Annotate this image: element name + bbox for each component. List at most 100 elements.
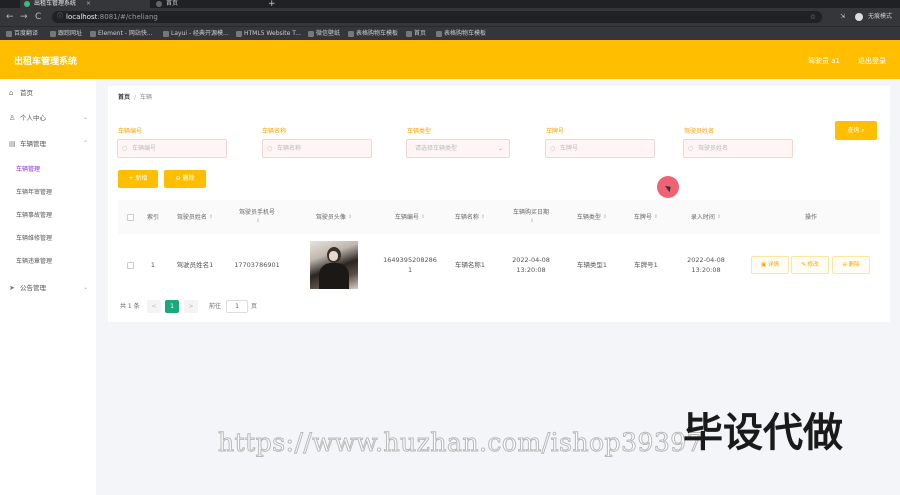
row-checkbox[interactable] xyxy=(126,261,134,269)
table-header[interactable]: 车辆编号 ⇕ xyxy=(380,200,440,234)
filter-label-vehicle-type: 车辆类型 xyxy=(407,128,432,135)
browser-address-bar: ← → C ⓘ localhost:8081/#/cheliang ☆ ⇲ 无痕… xyxy=(0,8,900,26)
cell-driver-phone: 17703786901 xyxy=(226,240,288,290)
sort-icon[interactable]: ⇕ xyxy=(348,213,352,222)
home-icon: ⌂ xyxy=(9,89,14,97)
table-header[interactable]: 车辆名称 ⇕ xyxy=(440,200,500,234)
table-header: 索引 xyxy=(142,200,164,234)
cell-created-at: 2022-04-08 13:20:08 xyxy=(670,240,742,290)
delete-button[interactable]: ⊖ 删除 xyxy=(832,256,870,274)
vehicle-name-input[interactable]: ○ 车辆名称 xyxy=(262,139,372,158)
sort-icon[interactable]: ⇕ xyxy=(481,213,485,222)
chevron-down-icon: ⌄ xyxy=(82,284,88,291)
sidebar-item-home[interactable]: ⌂ 首页 xyxy=(0,84,96,102)
query-button[interactable]: 查询 ⌕ xyxy=(835,121,877,140)
select-all-checkbox[interactable] xyxy=(126,213,134,221)
goto-page-input[interactable]: 1 xyxy=(226,300,248,313)
chevron-up-icon: ⌃ xyxy=(82,140,88,147)
bookmark-item[interactable]: 表格购物车模板 xyxy=(348,29,398,39)
table-header[interactable]: 车辆购买日期 ⇕ xyxy=(500,200,562,234)
sidebar-item-vehicles[interactable]: ▤ 车辆管理 ⌃ xyxy=(0,135,96,153)
sidebar-item-announcements[interactable]: ➤ 公告管理 ⌄ xyxy=(0,279,96,297)
bookmark-item[interactable]: 跟踪网址 xyxy=(50,29,82,39)
search-icon: ○ xyxy=(688,145,694,152)
browser-tab[interactable]: 首页 xyxy=(152,0,264,8)
bookmark-item[interactable]: 微信壁纸 xyxy=(308,29,340,39)
back-button[interactable]: ← xyxy=(6,11,14,23)
reload-button[interactable]: C xyxy=(35,11,41,23)
cell-vehicle-no: 1649395208286 1 xyxy=(380,240,440,290)
chevron-down-icon: ⌄ xyxy=(497,145,503,152)
logout-link[interactable]: 退出登录 xyxy=(858,56,886,66)
batch-delete-button[interactable]: ⊖ 删除 xyxy=(164,170,206,188)
info-icon: ⓘ xyxy=(57,13,64,20)
next-page-button[interactable]: > xyxy=(184,300,198,313)
watermark-text: 毕设代做 xyxy=(683,410,843,456)
sort-icon[interactable]: ⇕ xyxy=(717,213,721,222)
bookmark-item[interactable]: 表格购物车模板 xyxy=(436,29,486,39)
globe-icon xyxy=(436,31,442,37)
app-header: 出租车管理系统 驾驶员 a1 退出登录 xyxy=(0,40,900,79)
bookmark-item[interactable]: Element - 网站快... xyxy=(90,29,153,39)
bookmark-item[interactable]: HTML5 Website T... xyxy=(236,29,301,39)
breadcrumb-home[interactable]: 首页 xyxy=(118,94,130,101)
vehicle-no-input[interactable]: ○ 车辆编号 xyxy=(117,139,227,158)
extension-icon[interactable]: ⇲ xyxy=(840,13,845,20)
url-field[interactable]: ⓘ localhost:8081/#/cheliang ☆ xyxy=(52,11,822,23)
bookmarks-bar: 百度翻译 跟踪网址 Element - 网站快... Layui - 经典开源模… xyxy=(0,26,900,40)
pagination-total: 共 1 条 xyxy=(120,303,140,310)
sidebar-subitem-violation[interactable]: 车辆违章管理 xyxy=(0,253,96,271)
breadcrumb-current: 车辆 xyxy=(140,94,153,101)
sort-icon[interactable]: ⇕ xyxy=(530,217,534,226)
add-button[interactable]: + 新增 xyxy=(118,170,158,188)
bookmark-item[interactable]: Layui - 经典开源模... xyxy=(163,29,229,39)
table-icon xyxy=(348,31,354,37)
cell-plate-no: 车牌号1 xyxy=(622,240,670,290)
current-user: 驾驶员 a1 xyxy=(808,57,840,65)
table-header[interactable]: 驾驶员姓名 ⇕ xyxy=(164,200,226,234)
bookmark-item[interactable]: 百度翻译 xyxy=(6,29,38,39)
page-number-active[interactable]: 1 xyxy=(165,300,179,313)
close-tab-icon[interactable]: × xyxy=(86,0,91,7)
cell-purchase-date: 2022-04-08 13:20:08 xyxy=(500,240,562,290)
driver-name-input[interactable]: ○ 驾驶员姓名 xyxy=(683,139,793,158)
filter-label-driver-name: 驾驶员姓名 xyxy=(684,128,715,135)
browser-tab-active[interactable]: 出租车管理系统 × xyxy=(20,0,150,8)
sort-icon[interactable]: ⇕ xyxy=(256,217,260,226)
table-header[interactable]: 车牌号 ⇕ xyxy=(622,200,670,234)
sidebar: ⌂ 首页 ♙ 个人中心 ⌄ ▤ 车辆管理 ⌃ 车辆管理 车辆年审管理 车辆事故管… xyxy=(0,79,96,495)
table-header[interactable]: 车辆类型 ⇕ xyxy=(562,200,622,234)
cell-driver-avatar xyxy=(288,240,380,290)
sidebar-item-profile[interactable]: ♙ 个人中心 ⌄ xyxy=(0,109,96,127)
html5-icon xyxy=(236,31,242,37)
breadcrumb: 首页 / 车辆 xyxy=(118,94,153,101)
sort-icon[interactable]: ⇕ xyxy=(603,213,607,222)
table-header[interactable]: 录入时间 ⇕ xyxy=(670,200,742,234)
sort-icon[interactable]: ⇕ xyxy=(421,213,425,222)
sidebar-subitem-accident[interactable]: 车辆事故管理 xyxy=(0,207,96,225)
vehicle-type-select[interactable]: 请选择车辆类型 ⌄ xyxy=(406,139,510,158)
search-icon: ○ xyxy=(122,145,128,152)
sort-icon[interactable]: ⇕ xyxy=(654,213,658,222)
car-icon: ▤ xyxy=(9,140,16,148)
edit-button[interactable]: ✎ 修改 xyxy=(791,256,829,274)
sidebar-subitem-vehicle-mgmt[interactable]: 车辆管理 xyxy=(0,161,96,179)
driver-photo[interactable] xyxy=(310,241,358,289)
goto-label: 前往 xyxy=(209,303,222,310)
sidebar-subitem-repair[interactable]: 车辆维修管理 xyxy=(0,230,96,248)
table-row xyxy=(118,240,142,290)
table-header[interactable]: 驾驶员头像 ⇕ xyxy=(288,200,380,234)
plate-no-input[interactable]: ○ 车牌号 xyxy=(545,139,655,158)
sort-icon[interactable]: ⇕ xyxy=(209,213,213,222)
detail-button[interactable]: ▣ 详情 xyxy=(751,256,789,274)
sidebar-subitem-annual-review[interactable]: 车辆年审管理 xyxy=(0,184,96,202)
bookmark-item[interactable]: 首页 xyxy=(406,29,426,39)
profile-area[interactable]: ⇲ 无痕模式 xyxy=(840,11,892,23)
star-icon[interactable]: ☆ xyxy=(810,11,816,23)
table-header-select xyxy=(118,200,142,234)
watermark-url: https://www.huzhan.com/ishop39397 xyxy=(217,428,704,458)
search-icon: ⌕ xyxy=(861,127,865,134)
prev-page-button[interactable]: < xyxy=(147,300,161,313)
forward-button[interactable]: → xyxy=(20,11,28,23)
table-header[interactable]: 驾驶员手机号 ⇕ xyxy=(226,200,288,234)
